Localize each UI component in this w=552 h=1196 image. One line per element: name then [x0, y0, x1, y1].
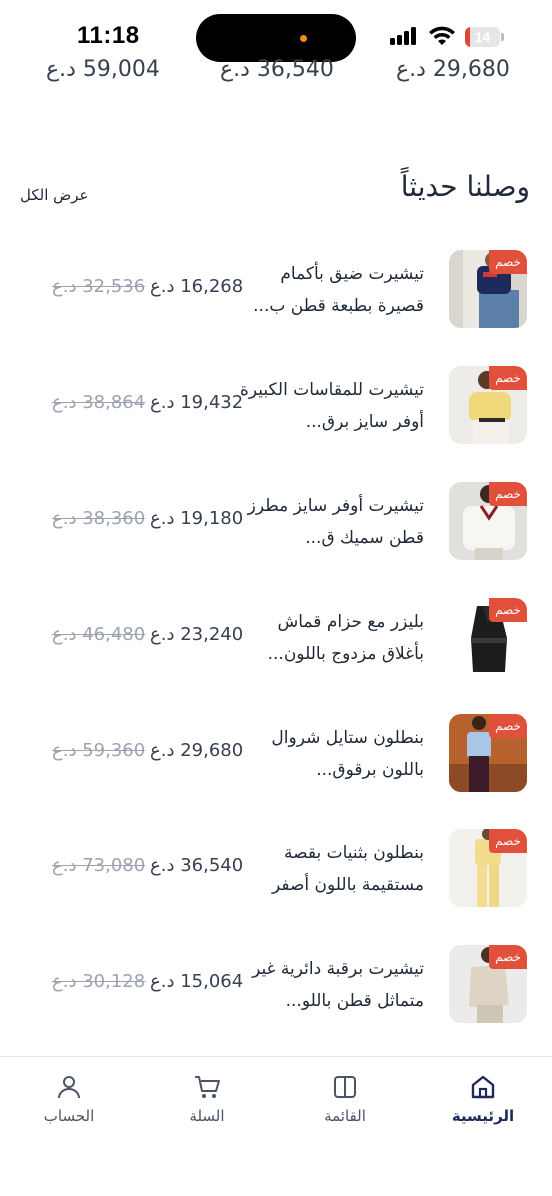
product-item[interactable]: خصم تيشيرت للمقاسات الكبيرة أوفر سايز بر…: [0, 366, 552, 456]
product-old-price: 46,480 د.ع: [52, 624, 146, 645]
product-price: 16,268 د.ع: [150, 276, 244, 297]
wifi-icon: [429, 26, 455, 45]
product-item[interactable]: خصم بليزر مع حزام قماش بأغلاق مزدوج بالل…: [0, 598, 552, 688]
product-price: 19,432 د.ع: [150, 392, 244, 413]
section-title: وصلنا حديثاً: [400, 170, 530, 203]
catalog-icon: [334, 1076, 356, 1098]
product-image: خصم: [449, 482, 527, 560]
nav-account-label: الحساب: [43, 1107, 95, 1125]
product-price: 23,240 د.ع: [150, 624, 244, 645]
discount-badge: خصم: [489, 598, 527, 622]
battery-level: 14: [474, 29, 491, 45]
nav-cart-label: السلة: [189, 1107, 225, 1125]
cart-icon: [195, 1076, 220, 1098]
product-image: خصم: [449, 714, 527, 792]
product-name: تيشيرت أوفر سايز مطرز قطن سميك ق...: [247, 496, 424, 548]
product-old-price: 32,536 د.ع: [52, 276, 146, 297]
user-icon: [58, 1076, 80, 1099]
dynamic-island: [196, 14, 356, 62]
product-item[interactable]: خصم بنطلون ستايل شروال باللون برقوق... 2…: [0, 714, 552, 804]
bottom-nav: الرئيسية القائمة السلة الحساب: [0, 1056, 552, 1196]
product-image: خصم: [449, 945, 527, 1023]
discount-badge: خصم: [489, 366, 527, 390]
discount-badge: خصم: [489, 714, 527, 738]
product-price: 36,540 د.ع: [150, 855, 244, 876]
product-image: خصم: [449, 829, 527, 907]
discount-badge: خصم: [489, 945, 527, 969]
nav-home[interactable]: الرئيسية: [428, 1073, 538, 1125]
product-old-price: 38,864 د.ع: [52, 392, 146, 413]
previous-carousel-prices: 59,004 د.ع 36,540 د.ع 29,680 د.ع: [0, 57, 552, 85]
nav-catalog[interactable]: القائمة: [290, 1073, 400, 1125]
product-name: بنطلون ستايل شروال باللون برقوق...: [271, 728, 424, 780]
nav-account[interactable]: الحساب: [14, 1073, 124, 1125]
island-indicator-dot: [300, 35, 307, 42]
home-icon: [471, 1075, 495, 1099]
product-price: 29,680 د.ع: [150, 740, 244, 761]
battery-icon: 14: [465, 27, 505, 47]
product-old-price: 38,360 د.ع: [52, 508, 146, 529]
product-item[interactable]: خصم تيشيرت أوفر سايز مطرز قطن سميك ق... …: [0, 482, 552, 572]
product-item[interactable]: خصم بنطلون بثنيات بقصة مستقيمة باللون أص…: [0, 829, 552, 919]
discount-badge: خصم: [489, 250, 527, 274]
cellular-signal-icon: [390, 27, 418, 45]
product-old-price: 30,128 د.ع: [52, 971, 146, 992]
carousel-price: 59,004 د.ع: [46, 57, 160, 82]
product-price: 19,180 د.ع: [150, 508, 244, 529]
nav-home-label: الرئيسية: [451, 1107, 515, 1125]
view-all-link[interactable]: عرض الكل: [20, 186, 89, 204]
product-price: 15,064 د.ع: [150, 971, 244, 992]
discount-badge: خصم: [489, 482, 527, 506]
product-name: بنطلون بثنيات بقصة مستقيمة باللون أصفر: [271, 843, 424, 895]
product-name: تيشيرت للمقاسات الكبيرة أوفر سايز برق...: [239, 380, 424, 432]
carousel-price: 36,540 د.ع: [220, 57, 334, 82]
nav-catalog-label: القائمة: [324, 1107, 366, 1125]
carousel-price: 29,680 د.ع: [396, 57, 510, 82]
product-image: خصم: [449, 366, 527, 444]
product-old-price: 73,080 د.ع: [52, 855, 146, 876]
product-name: تيشيرت برقبة دائرية غير متماثل قطن باللو…: [252, 959, 424, 1011]
discount-badge: خصم: [489, 829, 527, 853]
product-image: خصم: [449, 598, 527, 676]
product-image: خصم: [449, 250, 527, 328]
nav-cart[interactable]: السلة: [152, 1073, 262, 1125]
product-old-price: 59,360 د.ع: [52, 740, 146, 761]
product-item[interactable]: خصم تيشيرت ضيق بأكمام قصيرة بطبعة قطن ب.…: [0, 250, 552, 340]
product-item[interactable]: خصم تيشيرت برقبة دائرية غير متماثل قطن ب…: [0, 945, 552, 1035]
product-name: تيشيرت ضيق بأكمام قصيرة بطبعة قطن ب...: [253, 264, 424, 316]
product-name: بليزر مع حزام قماش بأغلاق مزدوج باللون..…: [267, 612, 424, 664]
status-time: 11:18: [77, 22, 140, 49]
